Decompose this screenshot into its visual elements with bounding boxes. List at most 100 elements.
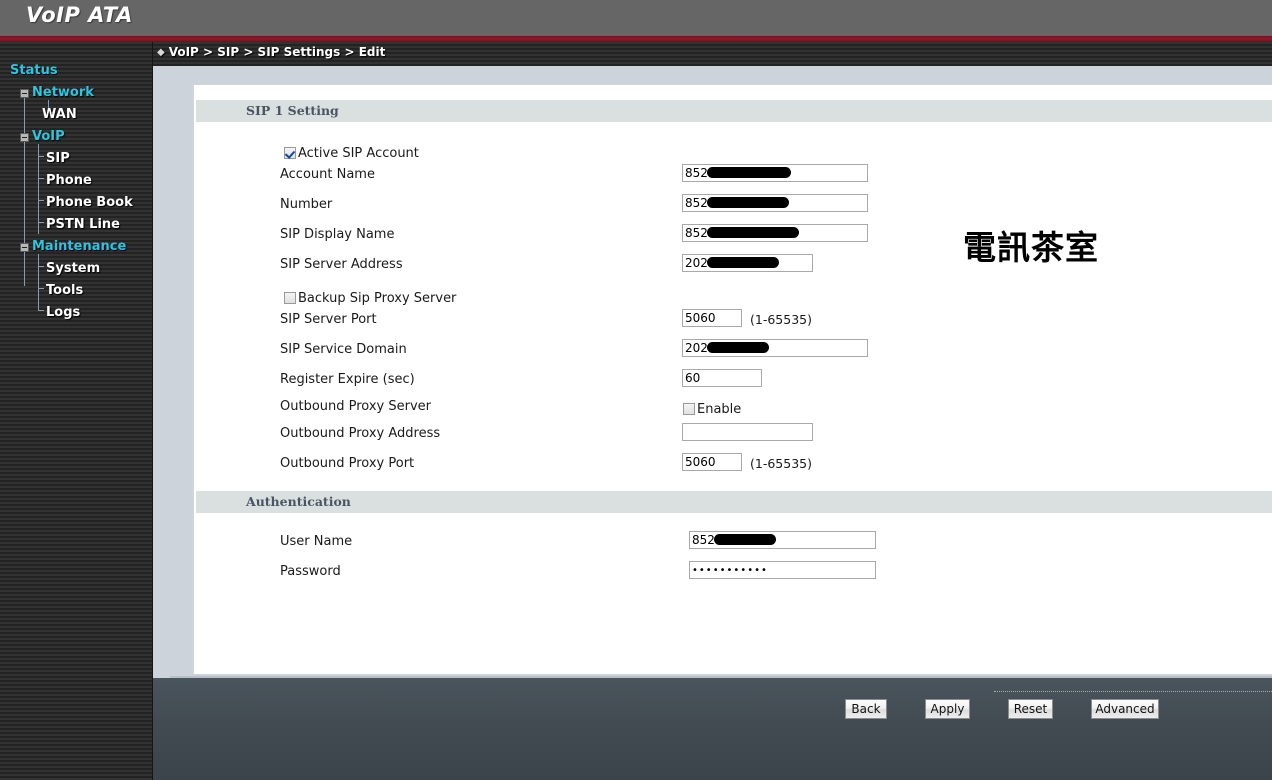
sidebar-item-status[interactable]: Status: [0, 62, 152, 84]
sidebar-item-phone[interactable]: Phone: [0, 172, 152, 194]
sidebar-item-sip[interactable]: SIP: [0, 144, 152, 234]
user-name-label: User Name: [280, 534, 353, 549]
sidebar-item-label: Logs: [46, 305, 81, 320]
sidebar-item-label: Tools: [46, 283, 84, 298]
app-title: VoIP ATA: [26, 3, 133, 27]
sip-display-name-label: SIP Display Name: [280, 227, 395, 242]
minus-expander-icon[interactable]: [20, 89, 29, 98]
user-name-value: 852: [692, 533, 715, 547]
watermark-text: 電訊茶室: [963, 228, 1099, 267]
back-button[interactable]: Back: [845, 699, 887, 719]
number-value: 852: [685, 196, 708, 210]
tree-line: [38, 156, 44, 157]
content-panel: SIP 1 Setting Active SIP Account Account…: [193, 84, 1272, 719]
password-input[interactable]: •••••••••••: [689, 561, 876, 579]
password-label: Password: [280, 564, 341, 579]
sidebar-item-label: SIP: [46, 151, 70, 166]
sidebar-item-network[interactable]: Network: [0, 84, 152, 106]
button-separator: [994, 691, 1272, 692]
sidebar-item-label: Maintenance: [32, 239, 127, 254]
tree-line: [38, 310, 44, 311]
register-expire-input[interactable]: 60: [682, 369, 762, 387]
diamond-icon: ◆: [157, 47, 165, 58]
page-background-lower: [152, 678, 1272, 780]
redaction-bar: [706, 257, 779, 268]
tree-line: [38, 222, 44, 223]
outbound-proxy-address-input[interactable]: [682, 423, 813, 441]
redaction-bar: [706, 167, 791, 178]
sidebar-item-maintenance[interactable]: Maintenance: [0, 238, 152, 260]
sip-server-address-value: 202: [685, 256, 708, 270]
account-name-input[interactable]: 852: [682, 164, 868, 182]
breadcrumb-text: VoIP > SIP > SIP Settings > Edit: [168, 45, 386, 59]
panel-bottom-divider: [170, 676, 1272, 678]
sidebar-item-phone-book[interactable]: Phone Book: [0, 194, 152, 216]
sidebar-item-system[interactable]: System: [0, 254, 152, 310]
sip-server-port-hint: (1-65535): [750, 312, 812, 327]
outbound-proxy-address-label: Outbound Proxy Address: [280, 426, 441, 441]
sidebar-item-logs[interactable]: Logs: [0, 304, 152, 326]
minus-expander-icon[interactable]: [20, 243, 29, 252]
redaction-bar: [706, 227, 799, 238]
tree-line: [38, 288, 44, 289]
outbound-proxy-port-label: Outbound Proxy Port: [280, 456, 415, 471]
backup-sip-proxy-label: Backup Sip Proxy Server: [298, 291, 457, 306]
sip-server-address-input[interactable]: 202: [682, 254, 813, 272]
redaction-bar: [706, 342, 769, 353]
sidebar-item-label: PSTN Line: [46, 217, 120, 232]
sidebar-item-label: Network: [32, 85, 94, 100]
sidebar-item-label: VoIP: [32, 129, 65, 144]
tree-line: [38, 178, 44, 179]
sip-service-domain-input[interactable]: 202: [682, 339, 868, 357]
backup-sip-proxy-checkbox[interactable]: [284, 292, 296, 304]
sidebar-item-label: Status: [10, 63, 58, 78]
header-red-stripe: [0, 36, 1272, 42]
section-header-sip1: SIP 1 Setting: [196, 99, 1272, 122]
sidebar-item-label: WAN: [42, 107, 77, 122]
sidebar-item-label: System: [46, 261, 101, 276]
outbound-proxy-server-label: Outbound Proxy Server: [280, 399, 432, 414]
sidebar-item-wan[interactable]: WAN: [0, 100, 152, 128]
outbound-proxy-enable-checkbox[interactable]: [683, 403, 695, 415]
register-expire-label: Register Expire (sec): [280, 372, 415, 387]
account-name-value: 852: [685, 166, 708, 180]
sip-display-name-value: 852: [685, 226, 708, 240]
account-name-label: Account Name: [280, 167, 375, 182]
advanced-button[interactable]: Advanced: [1091, 699, 1159, 719]
section-title: Authentication: [246, 494, 351, 509]
sip-service-domain-label: SIP Service Domain: [280, 342, 407, 357]
sip-server-port-input[interactable]: 5060: [682, 309, 742, 327]
nav-tree: Status Network WAN VoIP SIP Phone Phone …: [0, 62, 152, 326]
outbound-proxy-enable-row[interactable]: Enable: [683, 398, 741, 417]
breadcrumb-bar: ◆ VoIP > SIP > SIP Settings > Edit: [0, 42, 1272, 66]
sidebar: Status Network WAN VoIP SIP Phone Phone …: [0, 42, 153, 780]
sidebar-item-voip[interactable]: VoIP: [0, 128, 152, 150]
sidebar-item-label: Phone: [46, 173, 92, 188]
active-sip-account-checkbox[interactable]: [284, 147, 296, 159]
app-header: VoIP ATA: [0, 0, 1272, 36]
redaction-bar: [713, 534, 776, 545]
section-header-authentication: Authentication: [196, 490, 1272, 513]
outbound-proxy-port-input[interactable]: 5060: [682, 453, 742, 471]
number-label: Number: [280, 197, 333, 212]
outbound-proxy-enable-label: Enable: [697, 402, 742, 417]
backup-sip-proxy-row[interactable]: Backup Sip Proxy Server: [284, 287, 456, 306]
sip-server-port-label: SIP Server Port: [280, 312, 377, 327]
outbound-proxy-port-hint: (1-65535): [750, 456, 812, 471]
section-title: SIP 1 Setting: [246, 103, 339, 118]
sip-display-name-input[interactable]: 852: [682, 224, 868, 242]
breadcrumb[interactable]: ◆ VoIP > SIP > SIP Settings > Edit: [157, 45, 385, 59]
sidebar-item-tools[interactable]: Tools: [0, 282, 152, 304]
tree-line: [38, 266, 44, 267]
redaction-bar: [706, 197, 789, 208]
sidebar-item-pstn-line[interactable]: PSTN Line: [0, 216, 152, 238]
sidebar-item-label: Phone Book: [46, 195, 133, 210]
reset-button[interactable]: Reset: [1008, 699, 1053, 719]
user-name-input[interactable]: 852: [689, 531, 876, 549]
active-sip-account-row[interactable]: Active SIP Account: [284, 142, 419, 161]
number-input[interactable]: 852: [682, 194, 868, 212]
minus-expander-icon[interactable]: [20, 133, 29, 142]
apply-button[interactable]: Apply: [925, 699, 970, 719]
sip-server-address-label: SIP Server Address: [280, 257, 403, 272]
active-sip-account-label: Active SIP Account: [298, 146, 419, 161]
